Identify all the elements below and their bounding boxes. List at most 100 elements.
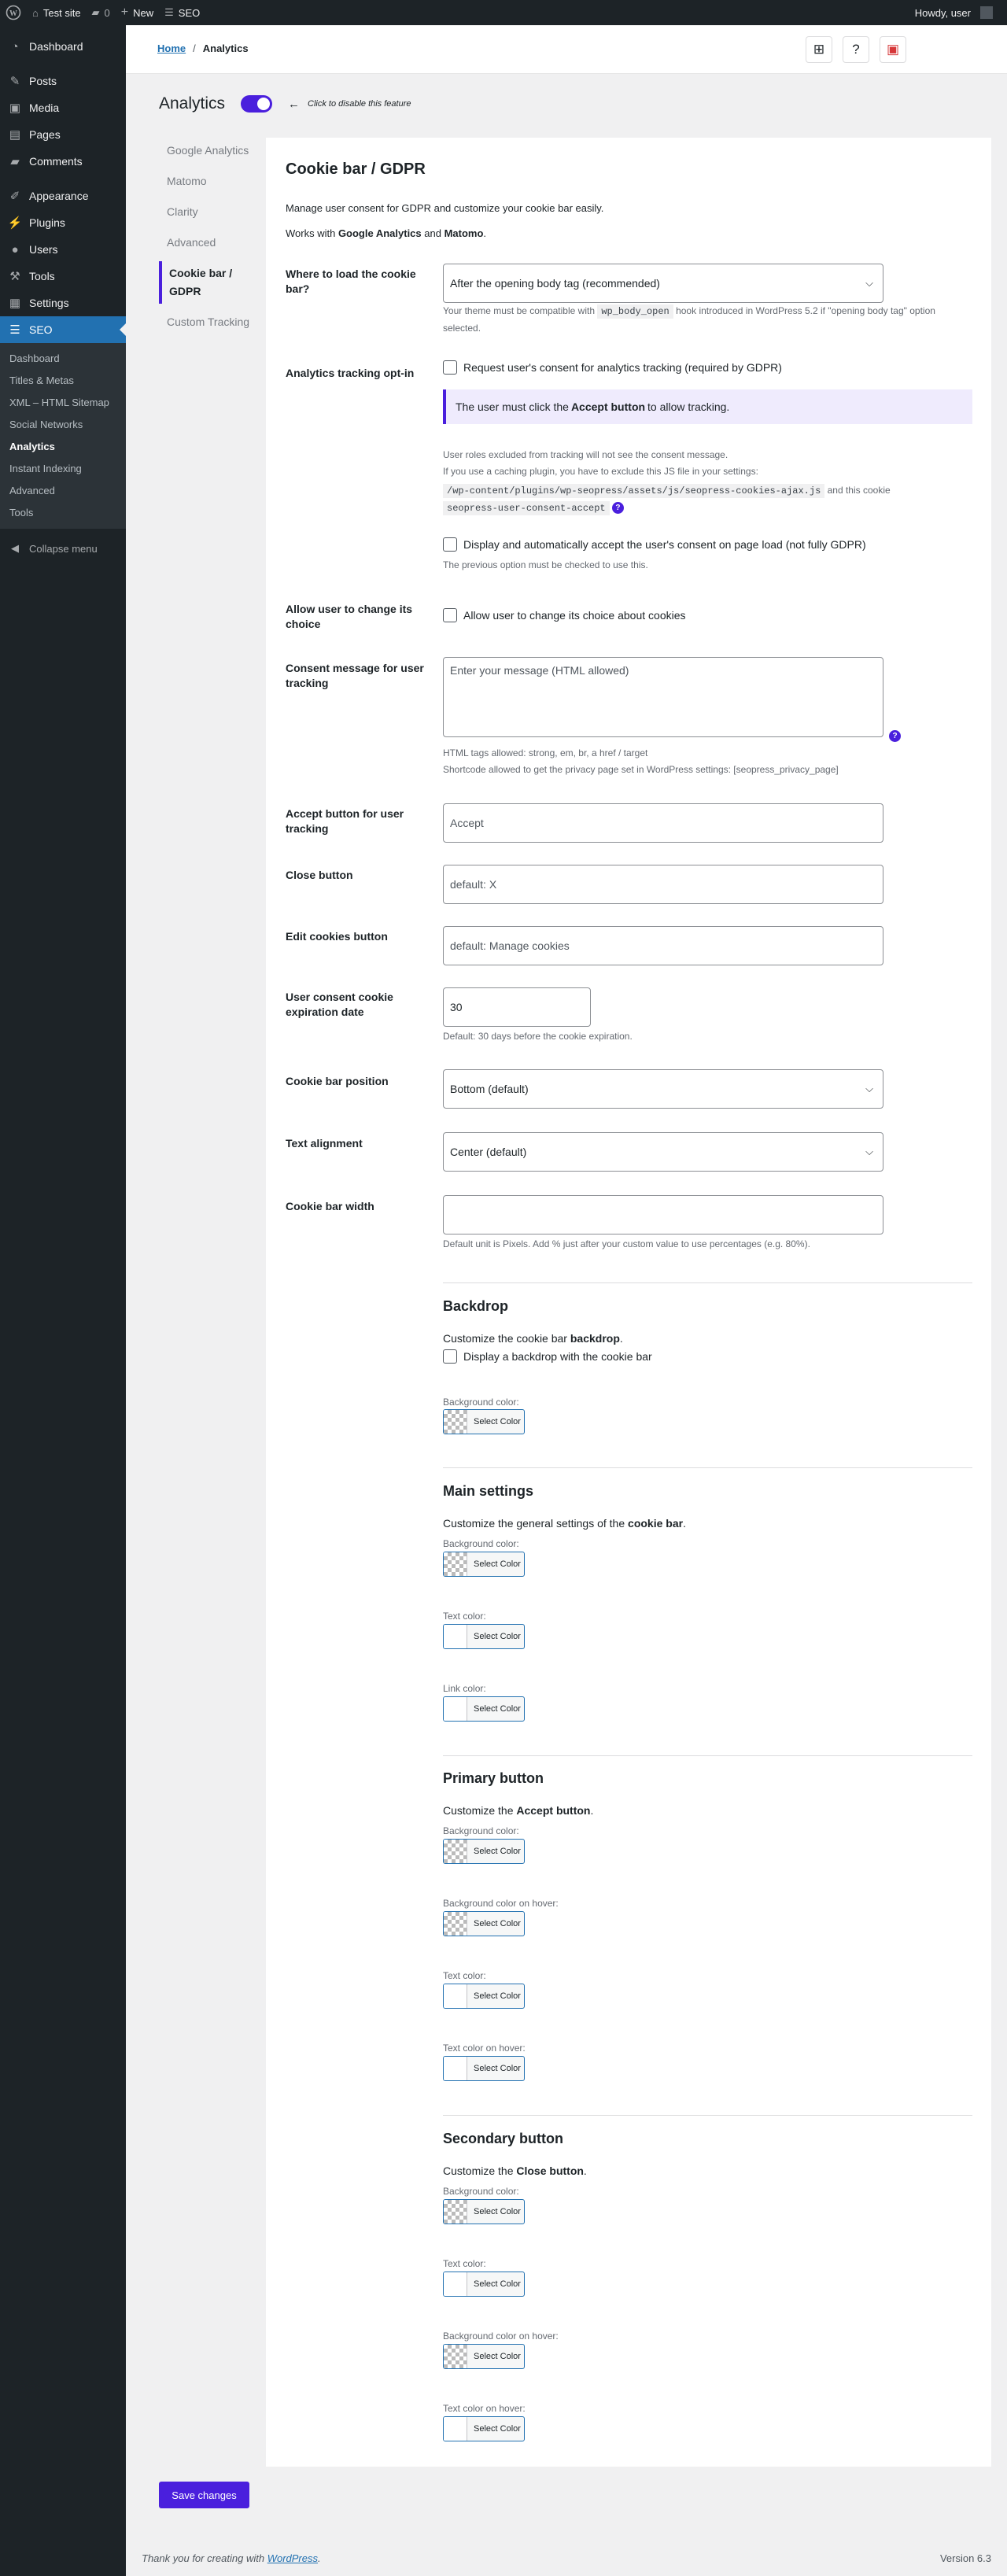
expiry-label: User consent cookie expiration date xyxy=(286,991,393,1018)
save-changes-button[interactable]: Save changes xyxy=(159,2482,249,2508)
menu-appearance[interactable]: ✐ Appearance xyxy=(0,183,126,209)
main-text-color-picker[interactable]: Select Color xyxy=(443,1624,525,1649)
menu-posts[interactable]: ✎ Posts xyxy=(0,68,126,94)
page-icon: ▤ xyxy=(9,128,21,142)
backdrop-bg-color-picker[interactable]: Select Color xyxy=(443,1409,525,1434)
message-textarea[interactable]: Enter your message (HTML allowed) xyxy=(443,657,883,737)
secondary-desc: Customize the Close button. xyxy=(443,2165,587,2177)
close-input[interactable]: default: X xyxy=(443,865,883,904)
secondary-bg-hover-label: Background color on hover: xyxy=(443,2331,559,2342)
optin-checkbox-row[interactable]: Request user's consent for analytics tra… xyxy=(443,360,782,375)
primary-bg-color-picker[interactable]: Select Color xyxy=(443,1839,525,1864)
submenu-instant-indexing[interactable]: Instant Indexing xyxy=(0,458,126,480)
grid-button[interactable]: ⊞ xyxy=(806,36,832,63)
help-icon[interactable]: ? xyxy=(611,502,624,515)
wordpress-logo-icon[interactable]: W xyxy=(0,0,27,25)
submenu-titles-metas[interactable]: Titles & Metas xyxy=(0,370,126,392)
primary-text-color-picker[interactable]: Select Color xyxy=(443,1984,525,2009)
submenu-tools[interactable]: Tools xyxy=(0,502,126,524)
secondary-bg-color-picker[interactable]: Select Color xyxy=(443,2199,525,2224)
new-content-link[interactable]: + New xyxy=(116,0,159,25)
color-swatch xyxy=(444,2272,467,2296)
backdrop-bg-label: Background color: xyxy=(443,1397,519,1408)
auto-accept-checkbox[interactable] xyxy=(443,537,457,552)
plugin-icon: ⚡ xyxy=(7,216,23,230)
chevron-down-icon: ⌵ xyxy=(865,1146,873,1157)
edit-input[interactable]: default: Manage cookies xyxy=(443,926,883,965)
chevron-down-icon: ⌵ xyxy=(865,277,873,289)
tab-matomo[interactable]: Matomo xyxy=(159,169,266,194)
tab-cookie-bar-gdpr[interactable]: Cookie bar / GDPR xyxy=(159,261,266,304)
primary-bg-hover-color-picker[interactable]: Select Color xyxy=(443,1911,525,1936)
pin-icon: ✎ xyxy=(9,75,20,88)
backdrop-desc: Customize the cookie bar backdrop. xyxy=(443,1332,623,1345)
tab-clarity[interactable]: Clarity xyxy=(159,200,266,224)
wrench-icon: ⚒ xyxy=(9,270,20,283)
backdrop-checkbox-row[interactable]: Display a backdrop with the cookie bar xyxy=(443,1349,652,1364)
menu-media[interactable]: ▣ Media xyxy=(0,94,126,121)
optin-checkbox[interactable] xyxy=(443,360,457,375)
site-name-link[interactable]: ⌂ Test site xyxy=(27,0,87,25)
help-button[interactable]: ? xyxy=(843,36,869,63)
align-select[interactable]: Center (default) ⌵ xyxy=(443,1132,883,1172)
align-label: Text alignment xyxy=(286,1137,363,1150)
menu-comments[interactable]: ▰ Comments xyxy=(0,148,126,175)
tab-google-analytics[interactable]: Google Analytics xyxy=(159,138,266,163)
submenu-social-networks[interactable]: Social Networks xyxy=(0,414,126,436)
main-link-color-picker[interactable]: Select Color xyxy=(443,1696,525,1722)
cache-desc: If you use a caching plugin, you have to… xyxy=(443,466,758,477)
notifications-button[interactable]: ▣ xyxy=(880,36,906,63)
admin-sidebar: ◔ Dashboard ✎ Posts ▣ Media ▤ Pages ▰ Comment… xyxy=(0,25,126,2576)
submenu-dashboard[interactable]: Dashboard xyxy=(0,348,126,370)
admin-footer: Thank you for creating with WordPress. V… xyxy=(142,2552,991,2564)
cache-code-row: /wp-content/plugins/wp-seopress/assets/j… xyxy=(443,482,891,500)
color-swatch xyxy=(444,1984,467,2008)
wordpress-link[interactable]: WordPress xyxy=(267,2552,318,2564)
primary-text-hover-label: Text color on hover: xyxy=(443,2043,526,2054)
tab-custom-tracking[interactable]: Custom Tracking xyxy=(159,310,266,334)
menu-plugins[interactable]: ⚡ Plugins xyxy=(0,209,126,236)
feature-toggle[interactable] xyxy=(241,95,273,113)
expiry-input[interactable]: 30 xyxy=(443,987,591,1027)
auto-accept-row[interactable]: Display and automatically accept the use… xyxy=(443,537,866,552)
settings-panel: Cookie bar / GDPR Manage user consent fo… xyxy=(266,138,991,2467)
main-text-label: Text color: xyxy=(443,1611,486,1622)
width-input[interactable] xyxy=(443,1195,883,1234)
accept-input[interactable]: Accept xyxy=(443,803,883,843)
comments-link[interactable]: ▰ 0 xyxy=(87,0,116,25)
avatar xyxy=(980,6,993,19)
plus-icon: + xyxy=(120,6,129,19)
seo-icon: ☰ xyxy=(164,6,174,18)
submenu-analytics[interactable]: Analytics xyxy=(0,436,126,458)
change-checkbox[interactable] xyxy=(443,608,457,622)
color-swatch xyxy=(444,1625,467,1648)
menu-settings[interactable]: ▦ Settings xyxy=(0,290,126,316)
load-label: Where to load the cookie bar? xyxy=(286,268,416,295)
change-checkbox-row[interactable]: Allow user to change its choice about co… xyxy=(443,608,686,622)
howdy-user-menu[interactable]: Howdy, user xyxy=(909,0,1007,25)
submenu-advanced[interactable]: Advanced xyxy=(0,480,126,502)
svg-text:W: W xyxy=(9,9,17,18)
menu-dashboard[interactable]: ◔ Dashboard xyxy=(0,33,126,60)
submenu-sitemap[interactable]: XML – HTML Sitemap xyxy=(0,392,126,414)
secondary-text-hover-color-picker[interactable]: Select Color xyxy=(443,2416,525,2441)
collapse-menu-button[interactable]: ◀ Collapse menu xyxy=(0,535,126,562)
menu-pages[interactable]: ▤ Pages xyxy=(0,121,126,148)
menu-tools[interactable]: ⚒ Tools xyxy=(0,263,126,290)
menu-users[interactable]: ● Users xyxy=(0,236,126,263)
position-select[interactable]: Bottom (default) ⌵ xyxy=(443,1069,883,1109)
secondary-bg-hover-color-picker[interactable]: Select Color xyxy=(443,2344,525,2369)
primary-text-hover-color-picker[interactable]: Select Color xyxy=(443,2056,525,2081)
help-icon: ? xyxy=(852,42,860,57)
main-bg-color-picker[interactable]: Select Color xyxy=(443,1552,525,1577)
secondary-text-color-picker[interactable]: Select Color xyxy=(443,2272,525,2297)
menu-seo[interactable]: ☰ SEO xyxy=(0,316,126,343)
load-select[interactable]: After the opening body tag (recommended)… xyxy=(443,264,883,303)
color-swatch xyxy=(444,1912,467,1936)
help-icon[interactable]: ? xyxy=(889,730,901,743)
backdrop-title: Backdrop xyxy=(443,1298,509,1314)
backdrop-checkbox[interactable] xyxy=(443,1349,457,1364)
tab-advanced[interactable]: Advanced xyxy=(159,231,266,255)
breadcrumb-home-link[interactable]: Home xyxy=(157,42,186,54)
seo-admin-link[interactable]: ☰ SEO xyxy=(159,0,205,25)
